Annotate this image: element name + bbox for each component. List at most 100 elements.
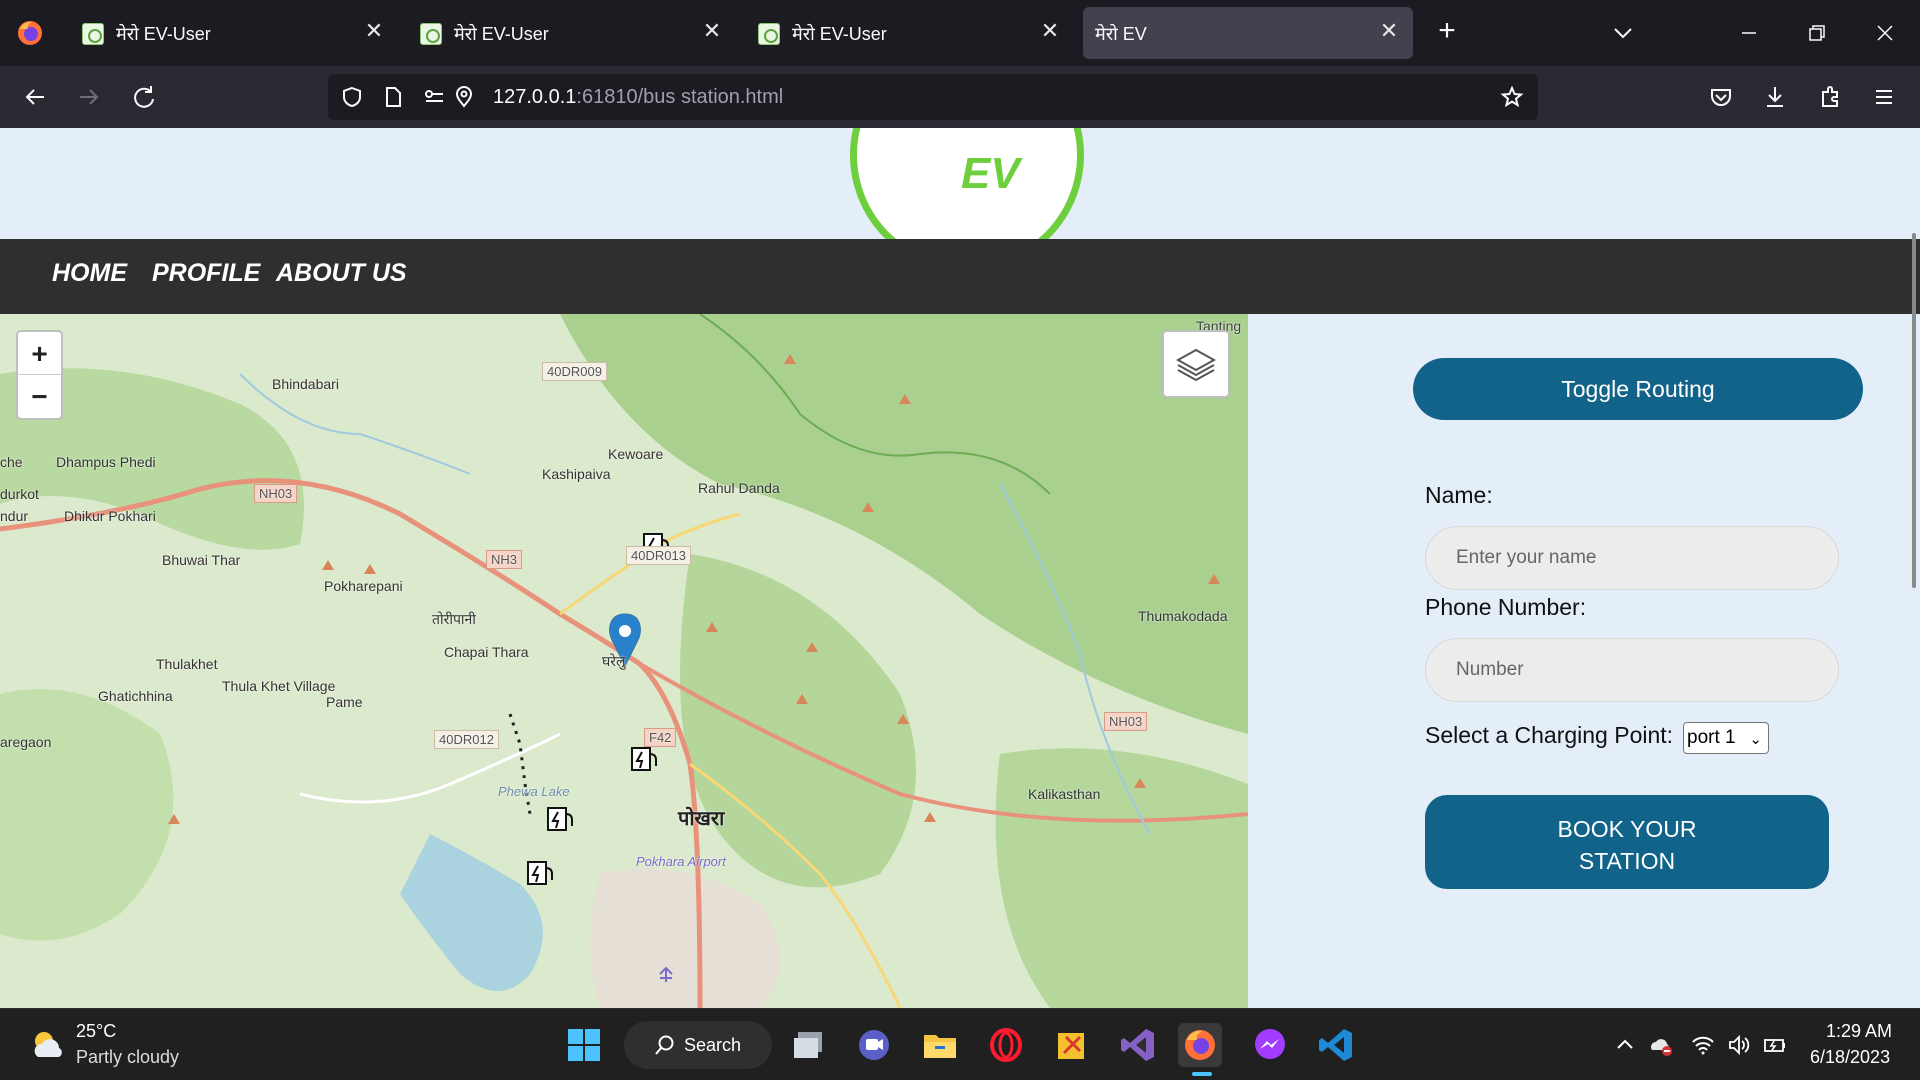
site-favicon-icon	[82, 23, 104, 45]
zoom-out-button[interactable]: −	[18, 375, 61, 418]
book-station-button[interactable]: BOOK YOUR STATION	[1425, 795, 1829, 889]
partly-cloudy-icon[interactable]	[28, 1027, 66, 1063]
close-tab-icon[interactable]: ✕	[1038, 19, 1062, 43]
map-place-label: तोरीपानी	[432, 611, 476, 627]
tab-title: मेरो EV	[1095, 24, 1147, 44]
map-place-label: NH03	[254, 484, 298, 503]
page-scrollbar[interactable]	[1912, 233, 1916, 588]
volume-icon[interactable]	[1726, 1032, 1752, 1058]
firefox-icon	[1185, 1030, 1215, 1060]
map-place-label: Kewoare	[608, 446, 664, 462]
map[interactable]: Tanting 40DR009 Bhindabari Kewoare Kashipaiv…	[0, 314, 1248, 1008]
pocket-icon[interactable]	[1704, 80, 1738, 114]
windows-taskbar: 25°C Partly cloudy Search 1:29 AM 6/18/2…	[0, 1008, 1920, 1080]
map-place-label: पोखरा	[678, 808, 725, 830]
browser-tab-strip: मेरो EV-User ✕ मेरो EV-User ✕ मेरो EV-Us…	[0, 0, 1920, 66]
close-tab-icon[interactable]: ✕	[362, 19, 386, 43]
task-view-icon[interactable]	[788, 1023, 832, 1067]
opera-icon[interactable]	[984, 1023, 1028, 1067]
clock-time[interactable]: 1:29 AM	[1826, 1021, 1892, 1042]
onedrive-icon[interactable]	[1648, 1032, 1674, 1058]
sticky-tools-icon[interactable]	[1050, 1023, 1094, 1067]
map-place-label: NH3	[486, 550, 523, 569]
charging-point-value: port 1	[1687, 727, 1736, 748]
map-place-label: Bhindabari	[272, 376, 339, 392]
nav-profile[interactable]: PROFILE	[152, 259, 260, 288]
vscode-icon[interactable]	[1314, 1023, 1358, 1067]
browser-tab-2[interactable]: मेरो EV-User ✕	[406, 7, 736, 59]
map-place-label: Pame	[326, 694, 363, 710]
messenger-icon[interactable]	[1248, 1023, 1292, 1067]
map-place-label: Kashipaiva	[542, 466, 611, 482]
map-place-label: Rahul Danda	[698, 480, 780, 496]
chevron-up-icon[interactable]	[1612, 1032, 1638, 1058]
map-place-label: che	[0, 454, 23, 470]
main-menu-bar: HOME PROFILE ABOUT US	[0, 239, 1920, 314]
book-button-line-2: STATION	[1578, 848, 1676, 874]
tab-title: मेरो EV-User	[792, 24, 887, 44]
battery-icon[interactable]	[1762, 1032, 1788, 1058]
chevron-down-icon[interactable]	[1608, 18, 1638, 48]
map-place-label: F42	[644, 728, 677, 747]
nav-home[interactable]: HOME	[52, 259, 127, 288]
file-explorer-icon[interactable]	[918, 1023, 962, 1067]
toggle-routing-button[interactable]: Toggle Routing	[1413, 358, 1863, 420]
url-text[interactable]: 127.0.0.1:61810/bus station.html	[493, 86, 783, 109]
firefox-icon[interactable]	[16, 19, 44, 47]
close-tab-icon[interactable]: ✕	[1377, 19, 1401, 43]
zoom-control: + −	[16, 330, 63, 420]
map-place-label: Chapai Thara	[444, 644, 529, 660]
map-place-label: Dhampus Phedi	[56, 454, 156, 470]
url-path: :61810/bus station.html	[576, 86, 784, 108]
map-place-label: durkot	[0, 486, 39, 502]
wifi-icon[interactable]	[1690, 1032, 1716, 1058]
url-bar[interactable]: 127.0.0.1:61810/bus station.html	[328, 74, 1538, 120]
search-label: Search	[684, 1035, 742, 1055]
weather-temperature[interactable]: 25°C	[76, 1021, 116, 1042]
map-place-label: 40DR009	[542, 362, 607, 381]
browser-tab-1[interactable]: मेरो EV-User ✕	[68, 7, 398, 59]
back-arrow-icon[interactable]	[18, 80, 52, 114]
map-place-label: Pokhara Airport	[636, 854, 726, 869]
forward-arrow-icon[interactable]	[72, 80, 106, 114]
close-window-icon[interactable]	[1870, 18, 1900, 48]
bookmark-star-icon[interactable]	[1500, 85, 1524, 109]
location-icon[interactable]	[452, 85, 476, 109]
firefox-taskbar-button[interactable]	[1178, 1023, 1222, 1067]
map-place-label: aregaon	[0, 734, 52, 750]
map-place-label: Thula Khet Village	[222, 678, 336, 694]
zoom-in-button[interactable]: +	[18, 332, 61, 375]
name-input[interactable]	[1425, 526, 1839, 590]
layers-button[interactable]	[1162, 330, 1230, 398]
windows-start-icon[interactable]	[562, 1023, 606, 1067]
extensions-icon[interactable]	[1813, 80, 1847, 114]
charging-point-select[interactable]: port 1 ⌄	[1683, 722, 1769, 754]
teams-chat-icon[interactable]	[852, 1023, 896, 1067]
layers-icon	[1175, 348, 1217, 382]
visual-studio-icon[interactable]	[1116, 1023, 1160, 1067]
booking-panel: Toggle Routing Name: Phone Number: Selec…	[1248, 314, 1920, 1008]
nav-about-us[interactable]: ABOUT US	[276, 259, 407, 288]
browser-tab-3[interactable]: मेरो EV-User ✕	[744, 7, 1074, 59]
clock-date[interactable]: 6/18/2023	[1810, 1047, 1890, 1068]
minimize-icon[interactable]	[1734, 18, 1764, 48]
site-favicon-icon	[420, 23, 442, 45]
permissions-icon[interactable]	[422, 85, 446, 109]
page-icon[interactable]	[381, 85, 405, 109]
close-tab-icon[interactable]: ✕	[700, 19, 724, 43]
restore-icon[interactable]	[1802, 18, 1832, 48]
map-place-label: NH03	[1104, 712, 1148, 731]
browser-tab-active[interactable]: मेरो EV ✕	[1083, 7, 1413, 59]
menu-icon[interactable]	[1867, 80, 1901, 114]
map-place-label: Bhuwai Thar	[162, 552, 241, 568]
new-tab-button[interactable]: +	[1432, 16, 1462, 46]
map-place-label: घरेलु	[602, 653, 626, 669]
shield-icon[interactable]	[340, 85, 364, 109]
reload-icon[interactable]	[127, 80, 161, 114]
phone-input[interactable]	[1425, 638, 1839, 702]
download-icon[interactable]	[1758, 80, 1792, 114]
taskbar-search[interactable]: Search	[624, 1021, 772, 1069]
phone-label: Phone Number:	[1425, 594, 1587, 620]
book-button-line-1: BOOK YOUR	[1557, 816, 1697, 842]
weather-description[interactable]: Partly cloudy	[76, 1047, 179, 1068]
